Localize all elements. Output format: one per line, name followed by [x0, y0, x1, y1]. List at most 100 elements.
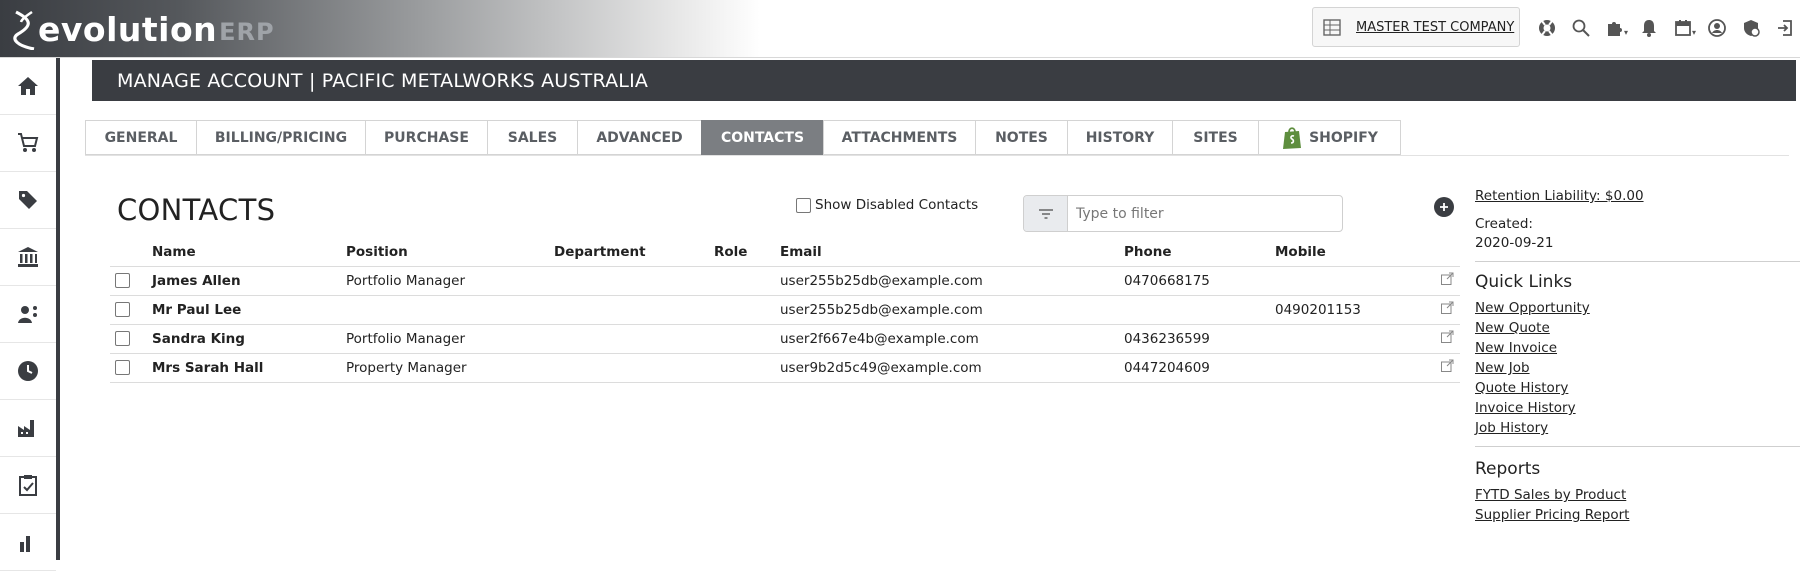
contact-mobile [1275, 352, 1440, 383]
retention-liability-link[interactable]: Retention Liability: $0.00 [1475, 188, 1800, 204]
contact-role [714, 352, 780, 383]
tab-advanced[interactable]: ADVANCED [577, 120, 701, 155]
shopping-cart-icon[interactable] [0, 115, 56, 172]
quick-link-job-history[interactable]: Job History [1475, 420, 1800, 436]
col-name[interactable]: Name [152, 238, 346, 266]
section-title: CONTACTS [117, 193, 276, 227]
tab-shopify-label: SHOPIFY [1309, 129, 1378, 146]
report-supplier-pricing[interactable]: Supplier Pricing Report [1475, 507, 1800, 523]
tab-attachments[interactable]: ATTACHMENTS [823, 120, 975, 155]
notifications-bell-icon[interactable] [1632, 13, 1666, 43]
reports-chart-icon[interactable] [0, 514, 56, 571]
table-row[interactable]: Mr Paul Lee user255b25db@example.com 049… [110, 294, 1460, 324]
contact-name[interactable]: James Allen [152, 265, 346, 295]
tab-notes[interactable]: NOTES [975, 120, 1067, 155]
row-checkbox[interactable] [115, 360, 130, 375]
tab-shopify[interactable]: SHOPIFY [1258, 120, 1401, 155]
logout-icon[interactable] [1768, 13, 1800, 43]
col-mobile[interactable]: Mobile [1275, 238, 1440, 266]
open-external-icon[interactable] [1440, 330, 1454, 344]
report-fytd-sales-by-product[interactable]: FYTD Sales by Product [1475, 487, 1800, 503]
help-lifebuoy-icon[interactable] [1530, 13, 1564, 43]
tab-divider [85, 155, 1789, 156]
col-role[interactable]: Role [714, 238, 780, 266]
customers-icon[interactable] [0, 286, 56, 343]
tab-sales[interactable]: SALES [487, 120, 577, 155]
contact-position: Property Manager [346, 352, 554, 383]
reports-title: Reports [1475, 459, 1541, 479]
contact-role [714, 323, 780, 353]
tab-history[interactable]: HISTORY [1067, 120, 1172, 155]
company-name: MASTER TEST COMPANY [1356, 19, 1515, 35]
contact-email: user255b25db@example.com [780, 265, 1124, 295]
table-row[interactable]: James Allen Portfolio Manager user255b25… [110, 265, 1460, 295]
home-icon[interactable] [0, 58, 56, 115]
add-contact-button[interactable] [1434, 197, 1454, 217]
created-value: 2020-09-21 [1475, 235, 1554, 251]
show-disabled-checkbox[interactable] [796, 197, 811, 213]
company-selector[interactable]: MASTER TEST COMPANY [1312, 7, 1520, 47]
logo-text: evolution [38, 10, 218, 49]
calendar-icon[interactable]: ▾ [1666, 13, 1700, 43]
show-disabled-toggle[interactable]: Show Disabled Contacts [796, 197, 978, 213]
clipboard-check-icon[interactable] [0, 457, 56, 514]
evolution-erp-logo[interactable]: evolution ERP [12, 6, 275, 50]
clock-icon[interactable] [0, 343, 56, 400]
tab-general[interactable]: GENERAL [85, 120, 196, 155]
price-tag-icon[interactable] [0, 172, 56, 229]
divider [1475, 446, 1800, 447]
dna-logo-icon [13, 10, 35, 50]
quick-link-quote-history[interactable]: Quote History [1475, 380, 1800, 396]
row-checkbox[interactable] [115, 331, 130, 346]
contact-phone [1124, 294, 1275, 324]
plus-icon [1440, 203, 1448, 211]
tab-billing-pricing[interactable]: BILLING/PRICING [196, 120, 365, 155]
user-profile-icon[interactable] [1700, 13, 1734, 43]
table-row[interactable]: Mrs Sarah Hall Property Manager user9b2d… [110, 352, 1460, 383]
contact-department [554, 323, 714, 353]
contact-name[interactable]: Mr Paul Lee [152, 294, 346, 324]
tab-sites[interactable]: SITES [1172, 120, 1258, 155]
contact-department [554, 294, 714, 324]
quick-link-new-job[interactable]: New Job [1475, 360, 1800, 376]
contact-phone: 0447204609 [1124, 352, 1275, 383]
contact-position: Portfolio Manager [346, 323, 554, 353]
top-bar: evolution ERP MASTER TEST COMPANY ▾ ▾ [0, 0, 1800, 58]
tab-purchase[interactable]: PURCHASE [365, 120, 487, 155]
contact-phone: 0436236599 [1124, 323, 1275, 353]
quick-link-new-opportunity[interactable]: New Opportunity [1475, 300, 1800, 316]
created-label: Created: [1475, 216, 1533, 232]
admin-shield-icon[interactable] [1734, 13, 1768, 43]
tab-contacts[interactable]: CONTACTS [701, 120, 823, 155]
contact-department [554, 265, 714, 295]
quick-link-new-quote[interactable]: New Quote [1475, 320, 1800, 336]
divider [1475, 261, 1800, 262]
col-email[interactable]: Email [780, 238, 1124, 266]
open-external-icon[interactable] [1440, 359, 1454, 373]
contact-email: user255b25db@example.com [780, 294, 1124, 324]
shopify-bag-icon [1283, 126, 1302, 149]
contact-position [346, 294, 554, 324]
col-department[interactable]: Department [554, 238, 714, 266]
filter-input[interactable] [1068, 196, 1342, 231]
contact-name[interactable]: Sandra King [152, 323, 346, 353]
bank-icon[interactable] [0, 229, 56, 286]
col-phone[interactable]: Phone [1124, 238, 1275, 266]
table-row[interactable]: Sandra King Portfolio Manager user2f667e… [110, 323, 1460, 353]
puzzle-icon[interactable]: ▾ [1598, 13, 1632, 43]
contact-name[interactable]: Mrs Sarah Hall [152, 352, 346, 383]
logo-suffix: ERP [219, 18, 275, 46]
filter-icon[interactable] [1024, 196, 1068, 231]
quick-link-new-invoice[interactable]: New Invoice [1475, 340, 1800, 356]
quick-link-invoice-history[interactable]: Invoice History [1475, 400, 1800, 416]
col-position[interactable]: Position [346, 238, 554, 266]
contacts-table: Name Position Department Role Email Phon… [110, 238, 1460, 383]
search-icon[interactable] [1564, 13, 1598, 43]
contact-position: Portfolio Manager [346, 265, 554, 295]
show-disabled-label: Show Disabled Contacts [815, 197, 979, 213]
open-external-icon[interactable] [1440, 272, 1454, 286]
row-checkbox[interactable] [115, 302, 130, 317]
open-external-icon[interactable] [1440, 301, 1454, 315]
factory-icon[interactable] [0, 400, 56, 457]
row-checkbox[interactable] [115, 273, 130, 288]
